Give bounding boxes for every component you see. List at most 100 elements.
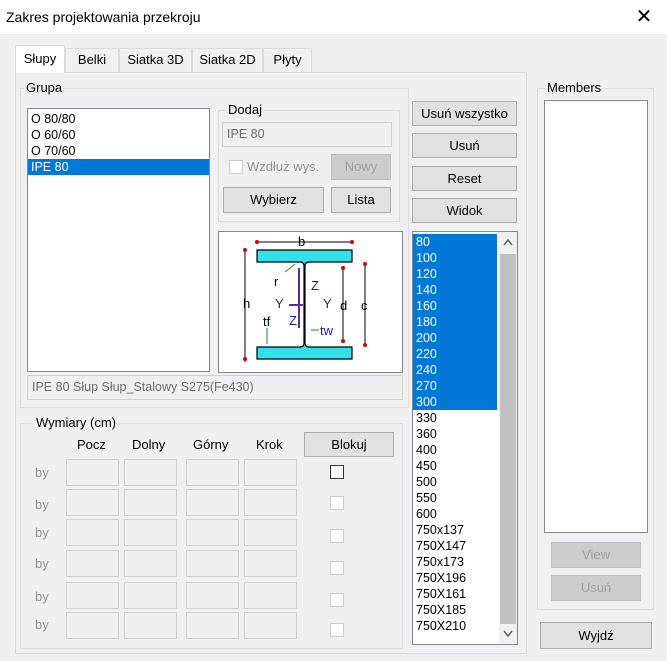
list-item[interactable]: 600 (413, 506, 497, 522)
krok-field[interactable] (244, 550, 297, 577)
list-item[interactable]: 80 (413, 234, 497, 250)
header-dolny: Dolny (132, 437, 166, 452)
label-z-bottom: Z (289, 313, 297, 328)
list-item-selected[interactable]: IPE 80 (28, 159, 209, 175)
list-item[interactable]: 360 (413, 426, 497, 442)
krok-field[interactable] (244, 459, 297, 486)
lista-button[interactable]: Lista (331, 187, 391, 213)
wymiary-rows: by by by by by by (24, 459, 404, 649)
view-button[interactable]: View (551, 542, 641, 568)
list-item[interactable]: O 70/60 (28, 143, 209, 159)
gorny-field[interactable] (186, 550, 239, 577)
pocz-field[interactable] (66, 612, 119, 639)
pocz-field[interactable] (66, 489, 119, 516)
grupa-legend: Grupa (24, 80, 65, 95)
gorny-field[interactable] (186, 582, 239, 609)
usun-wszystko-button[interactable]: Usuń wszystko (412, 101, 517, 126)
pocz-field[interactable] (66, 550, 119, 577)
list-item[interactable]: 400 (413, 442, 497, 458)
pocz-field[interactable] (66, 582, 119, 609)
dolny-field[interactable] (124, 550, 177, 577)
blokuj-button[interactable]: Blokuj (304, 432, 394, 457)
list-item[interactable]: 750X196 (413, 570, 497, 586)
gorny-field[interactable] (186, 459, 239, 486)
dolny-field[interactable] (124, 489, 177, 516)
grupa-listbox[interactable]: O 80/80 O 60/60 O 70/60 IPE 80 (27, 108, 210, 372)
list-item[interactable]: 120 (413, 266, 497, 282)
tab-slupy[interactable]: Słupy (15, 45, 65, 73)
list-item[interactable]: 180 (413, 314, 497, 330)
wyjdz-button[interactable]: Wyjdź (540, 622, 652, 649)
blokuj-checkbox[interactable] (330, 496, 344, 510)
list-item[interactable]: 750x137 (413, 522, 497, 538)
row-label: by (35, 589, 49, 604)
row-label: by (35, 556, 49, 571)
list-item[interactable]: 270 (413, 378, 497, 394)
label-b: b (298, 234, 305, 249)
reset-button[interactable]: Reset (412, 166, 517, 191)
dodaj-legend: Dodaj (226, 102, 264, 117)
usun-button[interactable]: Usuń (412, 133, 517, 158)
tab-siatka-2d[interactable]: Siatka 2D (192, 48, 263, 72)
dolny-field[interactable] (124, 612, 177, 639)
list-item[interactable]: 300 (413, 394, 497, 410)
list-item[interactable]: 140 (413, 282, 497, 298)
list-item[interactable]: 750X147 (413, 538, 497, 554)
dolny-field[interactable] (124, 582, 177, 609)
krok-field[interactable] (244, 612, 297, 639)
label-y-left: Y (275, 296, 284, 311)
label-d: d (340, 298, 347, 313)
dodaj-input[interactable]: IPE 80 (222, 122, 392, 147)
i-beam-icon: b h r Z Y Y d c tf Z tw (243, 234, 368, 362)
blokuj-checkbox[interactable] (330, 623, 344, 637)
list-item[interactable]: 100 (413, 250, 497, 266)
gorny-field[interactable] (186, 612, 239, 639)
dolny-field[interactable] (124, 519, 177, 546)
blokuj-checkbox[interactable] (330, 465, 344, 479)
row-label: by (35, 465, 49, 480)
wzdluz-wys-checkbox[interactable] (229, 160, 243, 174)
krok-field[interactable] (244, 489, 297, 516)
list-item[interactable]: 750x173 (413, 554, 497, 570)
list-item[interactable]: 160 (413, 298, 497, 314)
members-usun-button[interactable]: Usuń (551, 575, 641, 601)
nowy-button[interactable]: Nowy (331, 154, 391, 180)
row-label: by (35, 525, 49, 540)
widok-button[interactable]: Widok (412, 198, 517, 223)
tab-belki[interactable]: Belki (65, 48, 119, 72)
wybierz-button[interactable]: Wybierz (223, 187, 324, 213)
members-listbox[interactable] (544, 100, 648, 533)
list-item[interactable]: 750X210 (413, 618, 497, 634)
chevron-up-icon[interactable] (503, 238, 513, 246)
list-item[interactable]: 200 (413, 330, 497, 346)
close-icon[interactable]: ✕ (630, 3, 658, 31)
pocz-field[interactable] (66, 519, 119, 546)
list-item[interactable]: 500 (413, 474, 497, 490)
tab-siatka-3d[interactable]: Siatka 3D (119, 48, 192, 72)
list-item[interactable]: 450 (413, 458, 497, 474)
label-h: h (243, 296, 250, 311)
label-tf: tf (263, 314, 271, 329)
list-item[interactable]: O 60/60 (28, 127, 209, 143)
list-item[interactable]: 240 (413, 362, 497, 378)
list-item[interactable]: 330 (413, 410, 497, 426)
gorny-field[interactable] (186, 489, 239, 516)
scroll-thumb[interactable] (500, 254, 516, 624)
sizes-scrollbar[interactable] (499, 232, 517, 644)
blokuj-checkbox[interactable] (330, 593, 344, 607)
tab-plyty[interactable]: Płyty (263, 48, 312, 72)
chevron-down-icon[interactable] (503, 630, 513, 638)
krok-field[interactable] (244, 582, 297, 609)
blokuj-checkbox[interactable] (330, 529, 344, 543)
dolny-field[interactable] (124, 459, 177, 486)
krok-field[interactable] (244, 519, 297, 546)
blokuj-checkbox[interactable] (330, 561, 344, 575)
list-item[interactable]: 220 (413, 346, 497, 362)
sizes-listbox[interactable]: 80 100 120 140 160 180 200 220 240 270 3… (412, 231, 518, 645)
pocz-field[interactable] (66, 459, 119, 486)
list-item[interactable]: 550 (413, 490, 497, 506)
list-item[interactable]: O 80/80 (28, 111, 209, 127)
gorny-field[interactable] (186, 519, 239, 546)
list-item[interactable]: 750X161 (413, 586, 497, 602)
list-item[interactable]: 750X185 (413, 602, 497, 618)
